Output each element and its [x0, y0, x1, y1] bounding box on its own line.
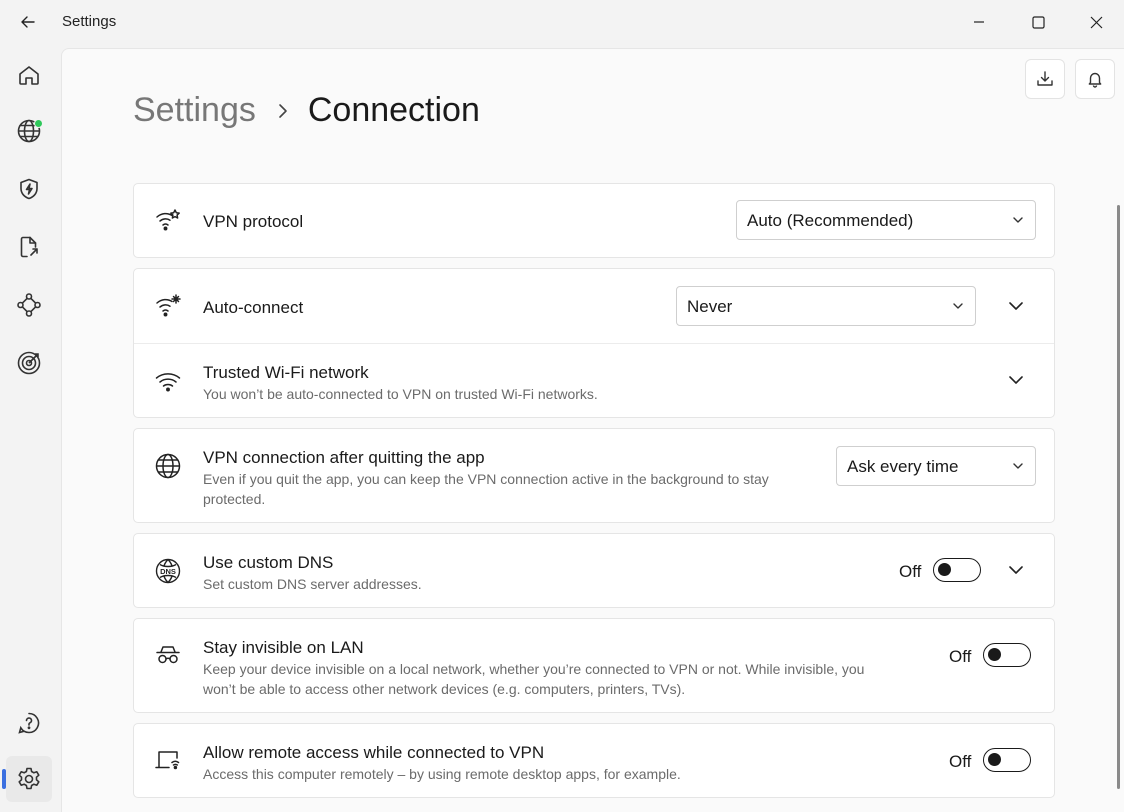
invisible-lan-state: Off	[949, 647, 972, 666]
invisible-lan-toggle[interactable]	[983, 643, 1031, 667]
chevron-down-icon	[951, 299, 965, 313]
vpn-protocol-row: VPN protocol Auto (Recommended)	[134, 184, 1054, 257]
nav-threat-protection[interactable]	[6, 166, 52, 212]
after-quit-card: VPN connection after quitting the app Ev…	[133, 428, 1055, 523]
custom-dns-expand-button[interactable]	[1002, 556, 1030, 584]
custom-dns-state: Off	[899, 562, 922, 581]
after-quit-row: VPN connection after quitting the app Ev…	[134, 429, 1054, 522]
chevron-down-icon	[1009, 302, 1023, 310]
minimize-button[interactable]	[956, 4, 1002, 40]
download-icon	[1037, 71, 1053, 86]
dns-globe-icon: DNS	[154, 557, 182, 585]
close-icon	[1090, 16, 1102, 28]
wifi-star-icon	[154, 206, 182, 234]
incognito-glasses-icon	[154, 641, 182, 669]
invisible-lan-title: Stay invisible on LAN	[203, 638, 364, 657]
toggle-knob	[938, 563, 951, 576]
active-nav-indicator	[2, 769, 6, 789]
trusted-wifi-title: Trusted Wi-Fi network	[203, 363, 369, 382]
nav-home[interactable]	[6, 52, 52, 98]
main-panel: Settings Connection VPN protocol Auto (R…	[61, 48, 1124, 812]
remote-access-subtitle: Access this computer remotely – by using…	[203, 766, 681, 782]
bell-icon	[1088, 72, 1102, 88]
auto-connect-row[interactable]: Auto-connect Never	[134, 269, 1054, 343]
scrollbar[interactable]	[1117, 205, 1120, 789]
window-title: Settings	[62, 13, 117, 30]
nav-help[interactable]	[6, 700, 52, 746]
toggle-knob	[988, 753, 1001, 766]
help-icon	[18, 712, 40, 734]
auto-connect-value: Never	[687, 297, 733, 316]
trusted-wifi-expand-button[interactable]	[1002, 366, 1030, 394]
maximize-icon	[1031, 15, 1045, 29]
trusted-wifi-row[interactable]: Trusted Wi-Fi network You won’t be auto-…	[134, 344, 1054, 418]
remote-access-card: Allow remote access while connected to V…	[133, 723, 1055, 798]
breadcrumb: Settings Connection	[133, 91, 480, 130]
chevron-down-icon	[1009, 376, 1023, 384]
chevron-down-icon	[1009, 566, 1023, 574]
file-share-icon	[20, 236, 38, 258]
notifications-button[interactable]	[1075, 59, 1115, 99]
auto-connect-dropdown[interactable]: Never	[676, 286, 976, 326]
target-icon	[17, 351, 41, 375]
trusted-wifi-subtitle: You won’t be auto-connected to VPN on tr…	[203, 386, 598, 402]
invisible-lan-subtitle: Keep your device invisible on a local ne…	[203, 661, 865, 697]
remote-access-title: Allow remote access while connected to V…	[203, 743, 545, 762]
auto-connect-expand-button[interactable]	[1002, 292, 1030, 320]
invisible-lan-row: Stay invisible on LAN Keep your device i…	[134, 619, 1054, 712]
vpn-protocol-card: VPN protocol Auto (Recommended)	[133, 183, 1055, 258]
sidebar-nav	[0, 48, 60, 812]
home-icon	[19, 66, 39, 85]
nav-file-share[interactable]	[6, 224, 52, 270]
globe-icon	[154, 452, 182, 480]
wifi-sparkle-icon	[154, 292, 182, 320]
page-title: Connection	[307, 91, 480, 129]
minimize-icon	[974, 21, 984, 23]
nav-settings[interactable]	[6, 756, 52, 802]
meshnet-icon	[17, 293, 41, 317]
auto-connect-title: Auto-connect	[203, 298, 304, 317]
maximize-button[interactable]	[1015, 4, 1061, 40]
after-quit-title: VPN connection after quitting the app	[203, 448, 485, 467]
vpn-protocol-dropdown[interactable]: Auto (Recommended)	[736, 200, 1036, 240]
vpn-protocol-value: Auto (Recommended)	[747, 211, 914, 230]
chevron-down-icon	[1011, 213, 1025, 227]
custom-dns-card: DNS Use custom DNS Set custom DNS server…	[133, 533, 1055, 608]
back-button[interactable]	[14, 8, 42, 36]
downloads-button[interactable]	[1025, 59, 1065, 99]
auto-connect-card: Auto-connect Never Trusted Wi-Fi network…	[133, 268, 1055, 418]
after-quit-dropdown[interactable]: Ask every time	[836, 446, 1036, 486]
breadcrumb-settings-link[interactable]: Settings	[133, 91, 256, 130]
gear-icon	[18, 767, 40, 790]
custom-dns-row[interactable]: DNS Use custom DNS Set custom DNS server…	[134, 534, 1054, 607]
close-button[interactable]	[1073, 4, 1119, 40]
connection-status-dot	[34, 119, 43, 128]
title-bar: Settings	[0, 0, 1124, 44]
vpn-protocol-title: VPN protocol	[203, 212, 304, 231]
invisible-lan-card: Stay invisible on LAN Keep your device i…	[133, 618, 1055, 713]
after-quit-value: Ask every time	[847, 457, 959, 476]
arrow-left-icon	[21, 16, 35, 28]
remote-access-state: Off	[949, 752, 972, 771]
chevron-right-icon	[278, 103, 288, 119]
chevron-down-icon	[1011, 459, 1025, 473]
shield-bolt-icon	[20, 178, 38, 200]
remote-access-toggle[interactable]	[983, 748, 1031, 772]
remote-desktop-icon	[154, 746, 182, 774]
after-quit-subtitle: Even if you quit the app, you can keep t…	[203, 471, 769, 507]
custom-dns-title: Use custom DNS	[203, 553, 334, 572]
svg-text:DNS: DNS	[160, 567, 176, 576]
nav-dark-web-monitor[interactable]	[6, 340, 52, 386]
nav-vpn[interactable]	[6, 108, 52, 154]
toggle-knob	[988, 648, 1001, 661]
custom-dns-toggle[interactable]	[933, 558, 981, 582]
remote-access-row: Allow remote access while connected to V…	[134, 724, 1054, 797]
wifi-icon	[154, 367, 182, 395]
custom-dns-subtitle: Set custom DNS server addresses.	[203, 576, 422, 592]
nav-meshnet[interactable]	[6, 282, 52, 328]
